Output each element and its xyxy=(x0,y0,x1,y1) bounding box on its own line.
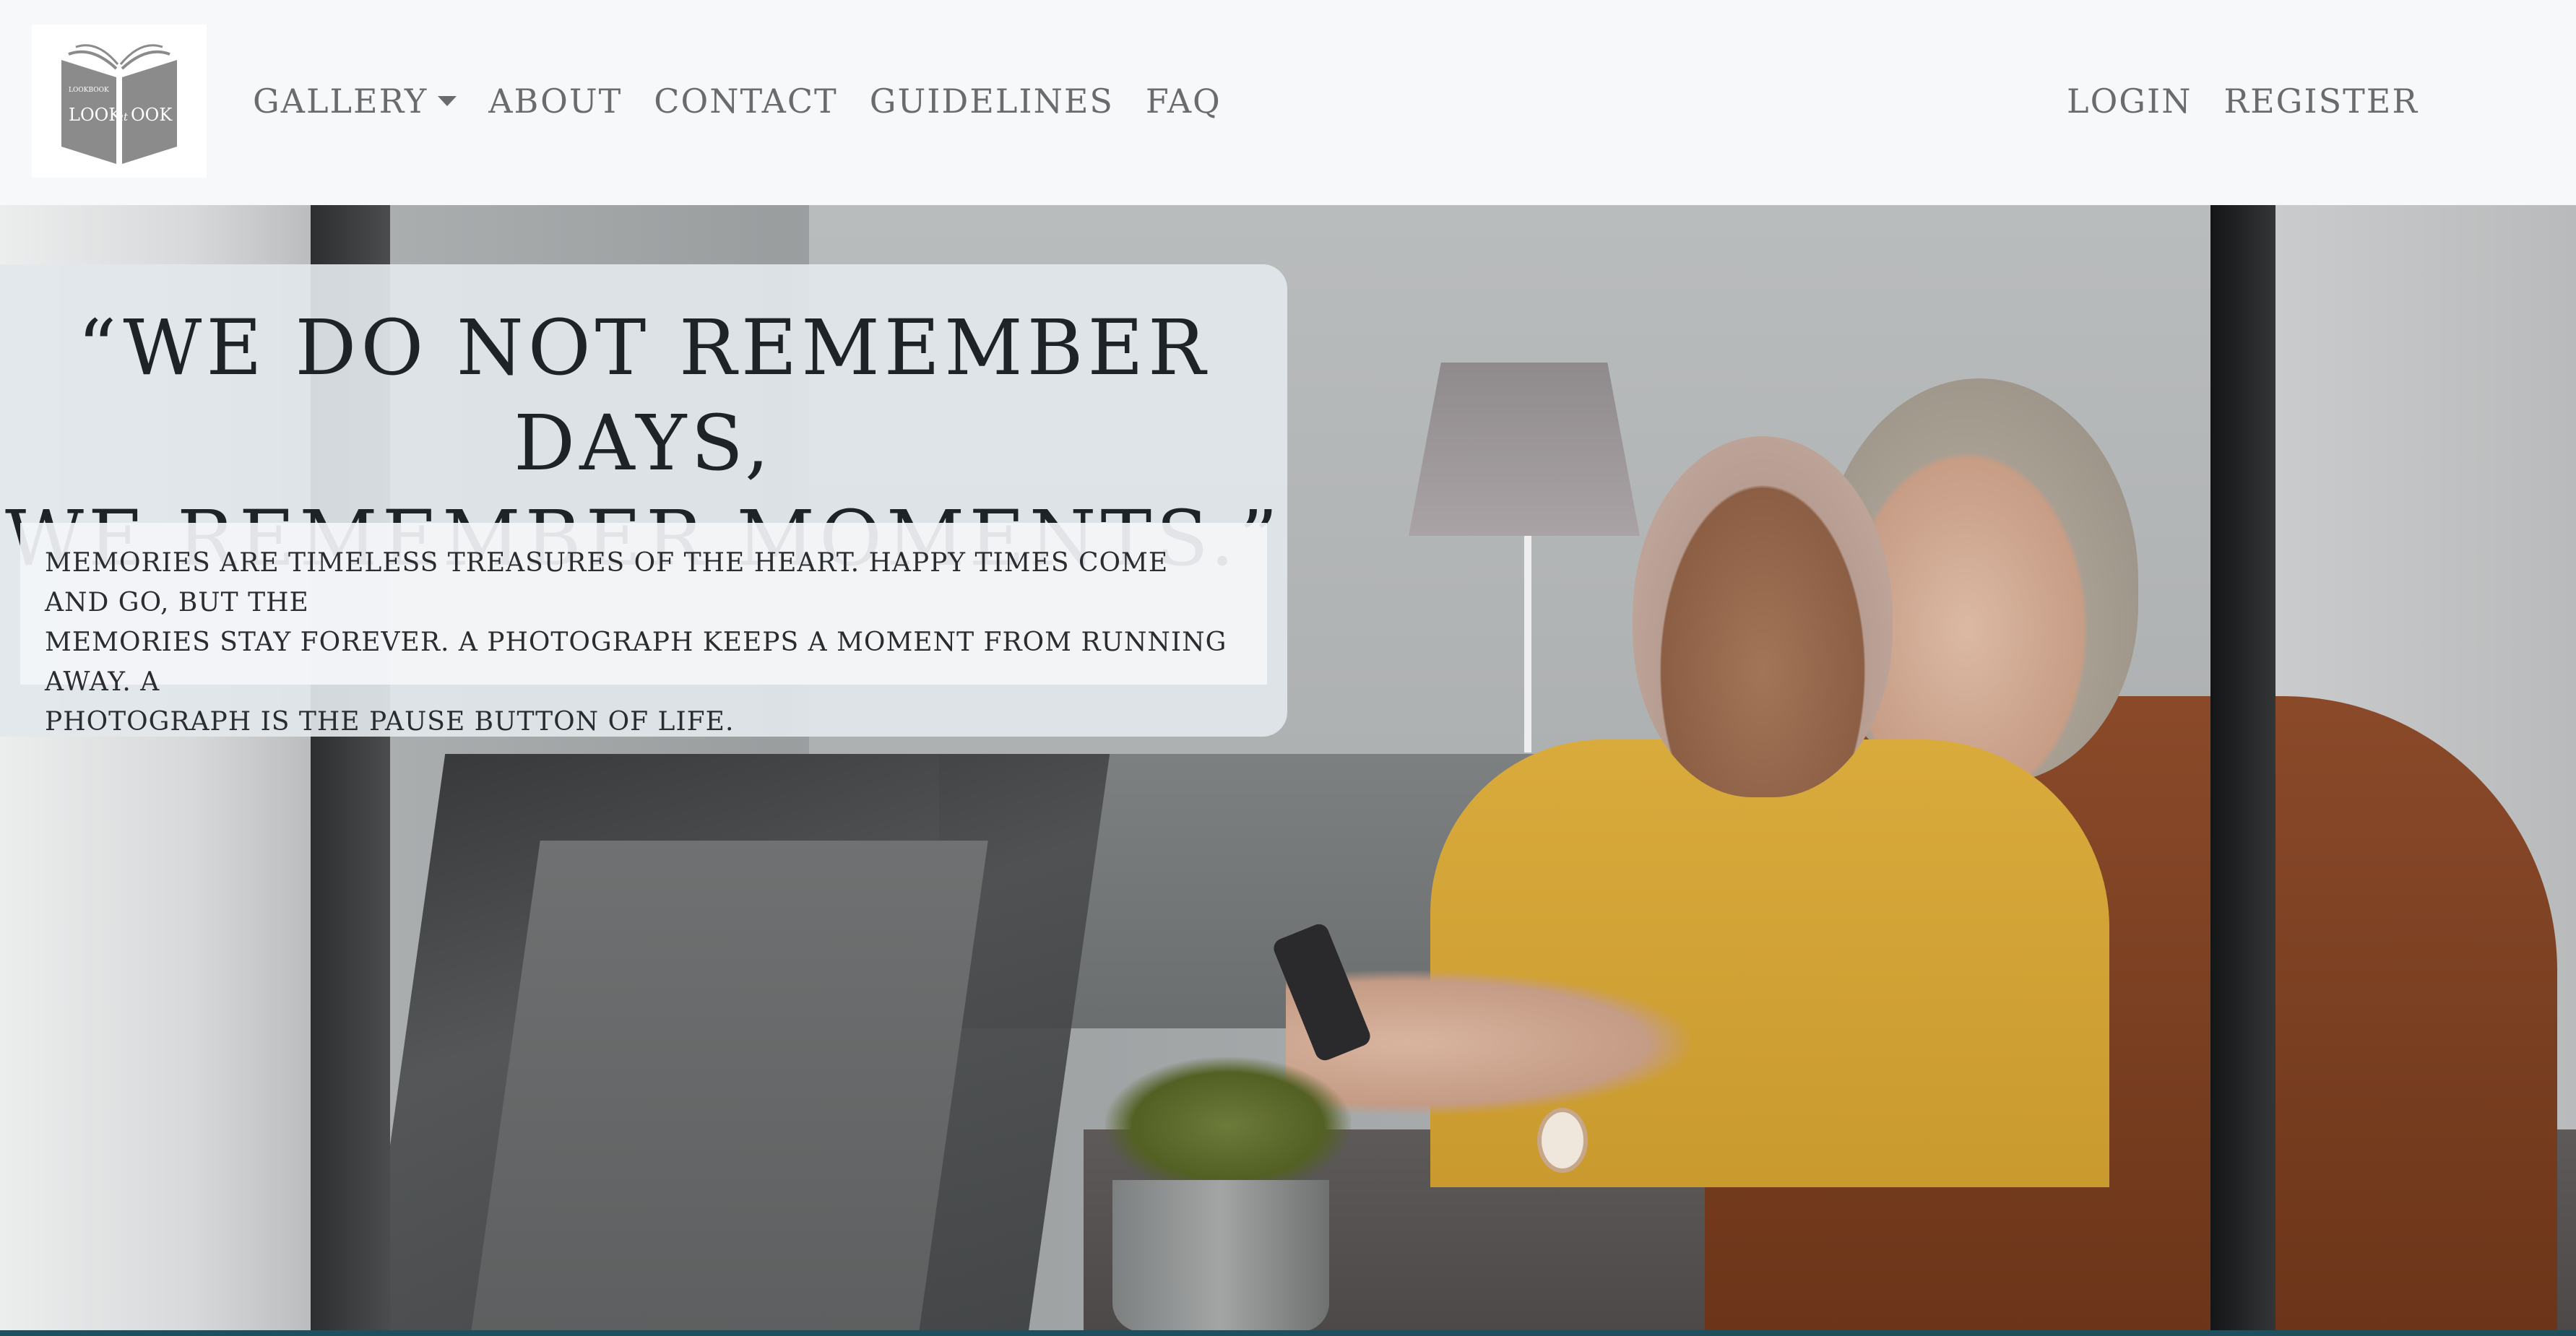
nav-gallery-label: GALLERY xyxy=(253,82,428,121)
nav-register[interactable]: REGISTER xyxy=(2208,78,2434,124)
logo-wordmark-right: OOK xyxy=(131,105,173,125)
logo-wordmark-left: LOOK xyxy=(69,105,122,125)
nav-about[interactable]: ABOUT xyxy=(472,78,638,124)
nav-faq[interactable]: FAQ xyxy=(1130,78,1237,124)
caret-down-icon xyxy=(438,96,457,106)
brand-logo[interactable]: LOOKBOOK LOOK at OOK xyxy=(32,25,207,178)
nav-left-links: GALLERY ABOUT CONTACT GUIDELINES FAQ xyxy=(253,78,1237,124)
quote-body-line-2: MEMORIES STAY FOREVER. A PHOTOGRAPH KEEP… xyxy=(45,628,1227,697)
open-book-logo-icon: LOOKBOOK LOOK at OOK xyxy=(61,44,177,164)
nav-right-links: LOGIN REGISTER xyxy=(2051,78,2434,124)
logo-wordmark-mid: at xyxy=(117,110,129,123)
quote-body-line-1: MEMORIES ARE TIMELESS TREASURES OF THE H… xyxy=(45,548,1169,617)
nav-guidelines[interactable]: GUIDELINES xyxy=(854,78,1130,124)
quote-line-1: “WE DO NOT REMEMBER DAYS, xyxy=(77,303,1210,487)
logo-small-text: LOOKBOOK xyxy=(69,87,109,94)
quote-card: “WE DO NOT REMEMBER DAYS, WE REMEMBER MO… xyxy=(0,264,1287,737)
quote-body-line-3: PHOTOGRAPH IS THE PAUSE BUTTON OF LIFE. xyxy=(45,707,735,737)
nav-login[interactable]: LOGIN xyxy=(2051,78,2208,124)
nav-gallery-dropdown[interactable]: GALLERY xyxy=(253,78,472,124)
bottom-edge-strip xyxy=(0,1330,2576,1336)
nav-contact[interactable]: CONTACT xyxy=(638,78,853,124)
quote-body-box: MEMORIES ARE TIMELESS TREASURES OF THE H… xyxy=(20,523,1267,737)
navbar: LOOKBOOK LOOK at OOK GALLERY ABOUT CONTA… xyxy=(0,0,2576,205)
